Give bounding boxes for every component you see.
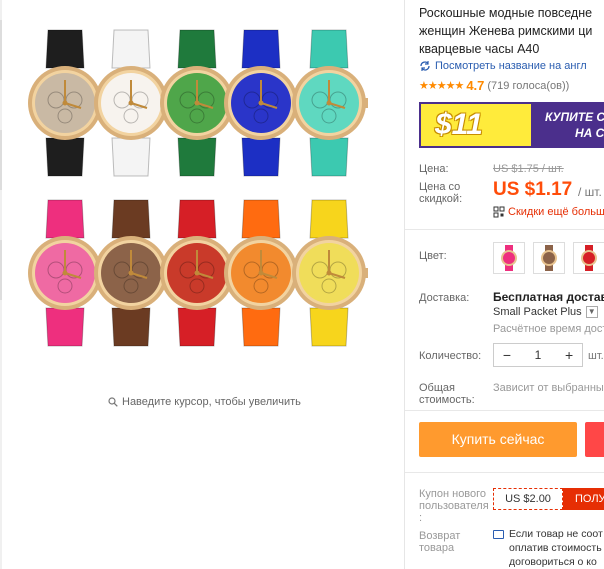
qr-icon <box>493 206 505 218</box>
shipping-option: Бесплатная доставка <box>493 290 604 304</box>
returns-line: оплатив стоимость <box>509 542 602 554</box>
total-label-line: стоимость: <box>419 394 475 406</box>
shipping-estimate: Расчётное время дост <box>493 323 604 335</box>
discount-price: US $1.17 <box>493 179 573 200</box>
returns-label: Возврат товара <box>419 530 460 554</box>
zoom-hint: Наведите курсор, чтобы увеличить <box>108 396 301 408</box>
title-line: женщин Женева римскими ци <box>419 24 593 38</box>
divider <box>405 472 604 473</box>
color-swatch[interactable] <box>573 242 604 274</box>
watch-image <box>222 28 300 183</box>
buy-now-button[interactable]: Купить сейчас <box>419 422 577 457</box>
shipping-method-select[interactable]: Small Packet Plus ▼ <box>493 306 598 318</box>
quantity-stepper: − 1 + <box>493 343 583 367</box>
more-discounts-text[interactable]: Скидки ещё больш <box>508 206 604 218</box>
returns-label-line: товара <box>419 542 455 554</box>
returns-text: Если товар не соот оплатив стоимость дог… <box>509 527 604 569</box>
watch-icon <box>292 199 368 347</box>
shipping-method-value: Small Packet Plus <box>493 306 582 318</box>
product-title: Роскошные модные повседне женщин Женева … <box>419 4 604 58</box>
old-price: US $1.75 / шт. <box>493 163 564 175</box>
divider <box>405 410 604 411</box>
banner-text: КУПИТЕ С НА С <box>531 104 604 146</box>
qty-unit: шт. <box>588 350 604 362</box>
zoom-hint-text: Наведите курсор, чтобы увеличить <box>122 396 301 408</box>
coupon-label-line: пользователя <box>419 500 489 512</box>
price-unit: / шт. <box>578 185 602 199</box>
watch-icon <box>224 29 300 177</box>
qty-input[interactable]: 1 <box>520 348 556 362</box>
watch-icon <box>292 29 368 177</box>
watch-image <box>290 28 368 183</box>
magnifier-icon <box>108 397 118 407</box>
new-user-coupon-label: Купон нового пользователя : <box>419 488 489 524</box>
product-info-panel: Роскошные модные повседне женщин Женева … <box>405 0 604 569</box>
color-label: Цвет: <box>419 250 447 262</box>
translate-icon <box>420 61 430 71</box>
watch-image <box>222 198 300 353</box>
qty-minus-button[interactable]: − <box>494 347 520 363</box>
returns-label-line: Возврат <box>419 530 461 542</box>
watch-thumb-icon <box>581 245 597 271</box>
total-value: Зависит от выбранны <box>493 382 604 394</box>
price-label: Цена: <box>419 163 449 175</box>
coupon-label-line: : <box>419 512 423 524</box>
product-gallery: Наведите курсор, чтобы увеличить <box>0 0 405 569</box>
add-to-cart-button[interactable] <box>585 422 604 457</box>
more-discounts-link[interactable]: Скидки ещё больш <box>493 206 604 218</box>
get-coupon-button[interactable]: ПОЛУ <box>563 488 604 510</box>
watch-image <box>290 198 368 353</box>
color-swatch[interactable] <box>533 242 565 274</box>
discount-price-label: Цена со скидкой: <box>419 181 462 205</box>
divider <box>405 229 604 230</box>
thumbnail-strip <box>0 0 2 569</box>
total-label-line: Общая <box>419 382 455 394</box>
title-line: кварцевые часы A40 <box>419 42 540 56</box>
translate-link[interactable]: Посмотреть название на англ <box>419 60 587 72</box>
color-swatch[interactable] <box>493 242 525 274</box>
qty-plus-button[interactable]: + <box>556 347 582 363</box>
star-icons: ★★★★★ <box>419 80 464 92</box>
coupon-value: US $2.00 <box>493 488 563 510</box>
coupon-label-line: Купон нового <box>419 488 487 500</box>
quantity-label: Количество: <box>419 350 482 362</box>
total-label: Общая стоимость: <box>419 382 475 406</box>
watch-thumb-icon <box>501 245 517 271</box>
rating[interactable]: ★★★★★ 4.7 (719 голоса(ов)) <box>419 78 569 93</box>
returns-line: договориться о ко <box>509 556 597 568</box>
banner-price: $11 <box>435 108 483 141</box>
watch-thumb-icon <box>541 245 557 271</box>
returns-line: Если товар не соот <box>509 528 603 540</box>
title-line: Роскошные модные повседне <box>419 6 593 20</box>
votes-count[interactable]: (719 голоса(ов)) <box>487 80 569 92</box>
watch-icon <box>224 199 300 347</box>
return-icon <box>493 530 504 539</box>
banner-line: КУПИТЕ С <box>545 110 604 124</box>
rating-value: 4.7 <box>466 78 485 93</box>
product-page: Наведите курсор, чтобы увеличить Роскошн… <box>0 0 604 569</box>
translate-link-text[interactable]: Посмотреть название на англ <box>435 60 587 72</box>
shipping-label: Доставка: <box>419 292 470 304</box>
discount-label-line: Цена со <box>419 181 461 193</box>
discount-label-line: скидкой: <box>419 193 463 205</box>
promo-banner[interactable]: $11 КУПИТЕ С НА С <box>419 102 604 148</box>
chevron-down-icon[interactable]: ▼ <box>585 306 598 318</box>
banner-line: НА С <box>575 126 604 140</box>
